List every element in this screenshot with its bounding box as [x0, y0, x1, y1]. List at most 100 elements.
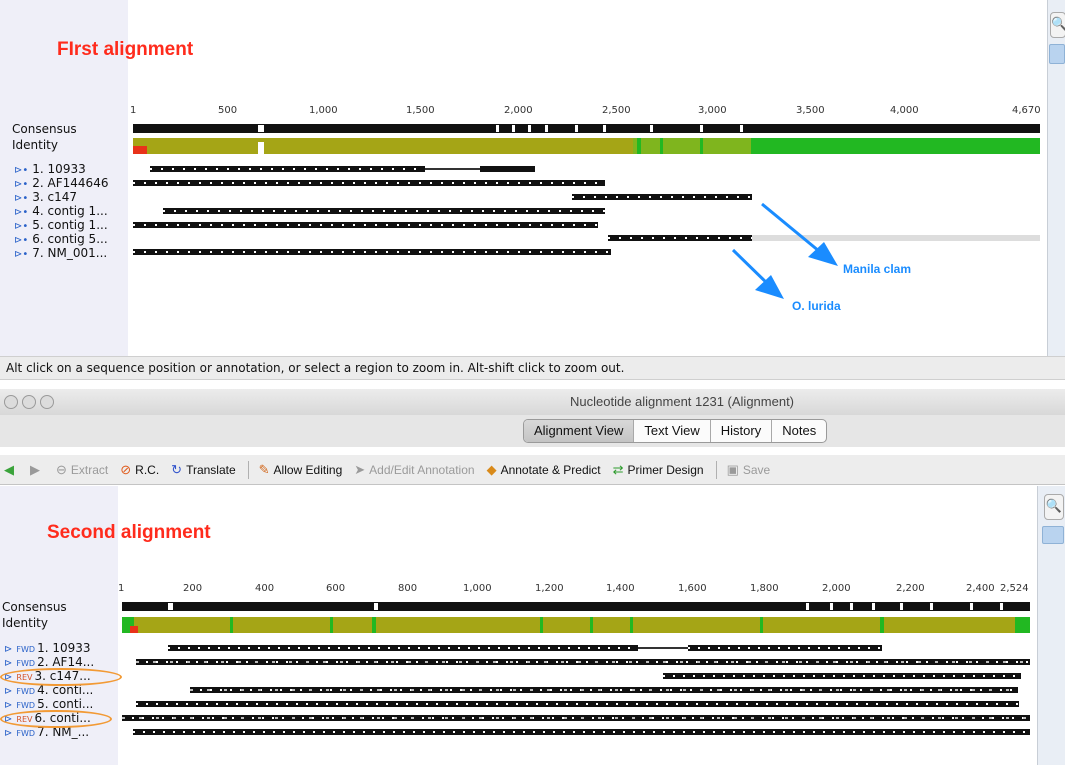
identity-green-spike	[660, 138, 663, 154]
annotation-icon: ➤	[354, 461, 366, 477]
view-tabbar: Alignment View Text View History Notes	[0, 415, 1065, 447]
sequence-label: 6. contig 5...	[32, 232, 108, 246]
direction-badge: FWD	[16, 729, 36, 738]
sequence-arrow-icon: ⊳	[4, 644, 13, 655]
identity-bar-full	[751, 138, 1040, 154]
consensus-gap	[528, 125, 531, 132]
consensus-bar	[122, 602, 1030, 611]
toolbar: ◀ ▶ ⊖ Extract ⊘ R.C. ↻ Translate ✎ Allow Edi…	[0, 455, 1065, 485]
sequence-label: 1. 10933	[32, 162, 86, 176]
annotation-o-lurida: O. lurida	[792, 299, 841, 313]
sequence-label: 1. 10933	[37, 641, 91, 655]
primer-design-button[interactable]: ⇄ Primer Design	[613, 462, 704, 478]
reverse-complement-icon: ⊘	[120, 461, 132, 477]
primer-design-icon: ⇄	[612, 461, 624, 477]
top-sequence-list: ⊳• 1. 10933 ⊳• 2. AF144646 ⊳• 3. c147 ⊳• 4. …	[14, 162, 108, 260]
sequence-label: 5. contig 1...	[32, 218, 108, 232]
sequence-arrow-icon: ⊳•	[14, 179, 29, 190]
window-title: Nucleotide alignment 1231 (Alignment)	[570, 394, 795, 409]
identity-bar-green	[1015, 617, 1030, 633]
sequence-label: 3. c147	[32, 190, 78, 204]
sequence-arrow-icon: ⊳	[4, 686, 13, 697]
sequence-arrow-icon: ⊳•	[14, 235, 29, 246]
direction-badge: FWD	[16, 687, 36, 696]
sequence-row[interactable]: ⊳• 1. 10933	[14, 162, 108, 176]
forward-arrow-icon: ▶	[30, 461, 40, 477]
seq-track-4	[190, 687, 1018, 693]
consensus-gap	[700, 125, 703, 132]
tab-history[interactable]: History	[711, 420, 773, 442]
translate-button[interactable]: ↻ Translate	[171, 462, 235, 478]
sequence-arrow-icon: ⊳•	[14, 165, 29, 176]
identity-low	[133, 146, 147, 154]
tab-alignment-view[interactable]: Alignment View	[524, 420, 635, 442]
sequence-row[interactable]: ⊳• 4. contig 1...	[14, 204, 108, 218]
zoom-window-button[interactable]	[40, 395, 54, 409]
consensus-bar	[133, 124, 1040, 133]
scroll-thumb[interactable]	[1042, 526, 1064, 544]
annotation-manila-clam: Manila clam	[843, 262, 912, 276]
sequence-row[interactable]: ⊳• 2. AF144646	[14, 176, 108, 190]
extract-icon: ⊖	[56, 461, 67, 477]
reverse-complement-button[interactable]: ⊘ R.C.	[120, 462, 159, 478]
sequence-row[interactable]: ⊳ FWD 2. AF14...	[4, 655, 94, 669]
identity-bar-mixed	[122, 617, 1030, 633]
extract-button[interactable]: ⊖ Extract	[56, 462, 108, 478]
consensus-gap	[575, 125, 578, 132]
consensus-gap	[258, 125, 264, 132]
sequence-row[interactable]: ⊳• 7. NM_001...	[14, 246, 108, 260]
consensus-gap	[496, 125, 499, 132]
bottom-alignment-graphic	[122, 602, 1030, 735]
allow-editing-button[interactable]: ✎ Allow Editing	[259, 462, 343, 478]
zoom-icon[interactable]: 🔍	[1044, 494, 1064, 520]
seq-track-3	[663, 673, 1021, 679]
sequence-arrow-icon: ⊳•	[14, 249, 29, 260]
save-button[interactable]: ▣ Save	[727, 462, 771, 478]
annotate-predict-button[interactable]: ◆ Annotate & Predict	[487, 462, 601, 478]
identity-green-spike	[637, 138, 641, 154]
consensus-gap	[740, 125, 743, 132]
highlight-oval-rev-seq-6	[0, 710, 112, 728]
bottom-alignment-panel: Second alignment 1 200 400 600 800 1,000…	[0, 486, 1037, 765]
zoom-icon[interactable]: 🔍	[1050, 12, 1065, 38]
translate-icon: ↻	[171, 461, 183, 477]
window-titlebar[interactable]: Nucleotide alignment 1231 (Alignment)	[0, 389, 1065, 416]
back-button[interactable]: ◀	[4, 462, 18, 478]
sequence-label: 2. AF14...	[37, 655, 95, 669]
pencil-icon: ✎	[258, 461, 270, 477]
top-alignment-graphic	[133, 124, 1040, 299]
direction-badge: FWD	[16, 701, 36, 710]
sequence-arrow-icon: ⊳•	[14, 207, 29, 218]
scroll-thumb[interactable]	[1049, 44, 1065, 64]
identity-low	[258, 142, 264, 154]
sequence-arrow-icon: ⊳	[4, 658, 13, 669]
sequence-label: 2. AF144646	[32, 176, 109, 190]
arrow-o-lurida	[731, 248, 784, 299]
forward-button[interactable]: ▶	[30, 462, 44, 478]
sequence-row[interactable]: ⊳• 5. contig 1...	[14, 218, 108, 232]
sequence-row[interactable]: ⊳• 3. c147	[14, 190, 108, 204]
back-arrow-icon: ◀	[4, 461, 14, 477]
sequence-row[interactable]: ⊳• 6. contig 5...	[14, 232, 108, 246]
seq-track-7	[133, 729, 1030, 735]
direction-badge: FWD	[16, 645, 36, 654]
sequence-row[interactable]: ⊳ FWD 5. conti...	[4, 697, 94, 711]
consensus-gap	[545, 125, 548, 132]
save-icon: ▣	[726, 461, 739, 477]
identity-bar-transition	[633, 138, 751, 154]
sequence-label: 4. contig 1...	[32, 204, 108, 218]
identity-bar-mixed	[133, 138, 633, 154]
tab-notes[interactable]: Notes	[772, 420, 826, 442]
seq-track-6	[608, 235, 1040, 241]
add-edit-annotation-button[interactable]: ➤ Add/Edit Annotation	[354, 462, 474, 478]
sequence-label: 5. conti...	[37, 697, 94, 711]
consensus-gap	[650, 125, 653, 132]
top-vertical-scrollbar[interactable]: 🔍	[1047, 0, 1065, 358]
close-window-button[interactable]	[4, 395, 18, 409]
bottom-vertical-scrollbar[interactable]: 🔍	[1037, 486, 1065, 765]
consensus-gap	[512, 125, 515, 132]
consensus-gap	[603, 125, 606, 132]
minimize-window-button[interactable]	[22, 395, 36, 409]
sequence-row[interactable]: ⊳ FWD 1. 10933	[4, 641, 94, 655]
tab-text-view[interactable]: Text View	[634, 420, 711, 442]
